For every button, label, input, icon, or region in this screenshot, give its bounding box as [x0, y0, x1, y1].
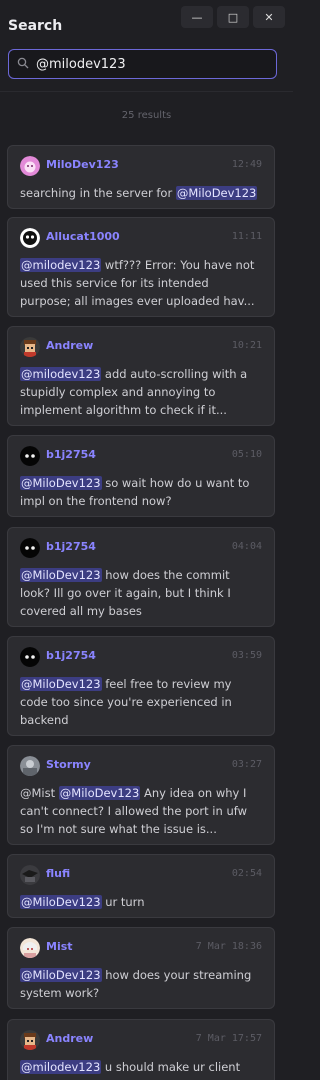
avatar [20, 446, 40, 466]
message-timestamp: 03:27 [231, 759, 262, 770]
results-count: 25 results [121, 110, 172, 121]
avatar [20, 337, 40, 357]
search-result-card[interactable]: b1j2754 05:10 @MiloDev123 so wait how do… [7, 435, 275, 517]
message-content: searching in the server for @MiloDev123 [20, 186, 258, 200]
message-author[interactable]: b1j2754 [46, 649, 96, 662]
avatar [20, 938, 40, 958]
message-content: @MiloDev123 ur turn [20, 895, 145, 909]
message-content: @milodev123 add auto-scrolling with a st… [20, 367, 248, 417]
search-field[interactable] [8, 49, 277, 79]
search-result-card[interactable]: b1j2754 04:04 @MiloDev123 how does the c… [7, 527, 275, 627]
message-author[interactable]: Allucat1000 [46, 230, 120, 243]
avatar [20, 647, 40, 667]
avatar [20, 156, 40, 176]
message-timestamp: 11:11 [231, 231, 262, 242]
minimize-button[interactable]: — [181, 6, 213, 28]
search-icon [17, 57, 29, 69]
user-mention[interactable]: @MiloDev123 [20, 895, 102, 909]
message-author[interactable]: flufi [46, 867, 70, 880]
message-timestamp: 03:59 [231, 650, 262, 661]
user-mention[interactable]: @MiloDev123 [58, 786, 141, 800]
avatar [20, 756, 40, 776]
message-timestamp: 10:21 [231, 340, 262, 351]
maximize-button[interactable]: □ [217, 6, 249, 28]
user-mention[interactable]: @MiloDev123 [20, 968, 102, 982]
user-mention[interactable]: @milodev123 [20, 258, 102, 272]
message-content: @MiloDev123 feel free to review my code … [20, 677, 232, 727]
message-author[interactable]: Andrew [46, 1032, 93, 1045]
message-timestamp: 02:54 [231, 868, 262, 879]
search-result-card[interactable]: MiloDev123 12:49 searching in the server… [7, 145, 275, 209]
user-mention[interactable]: @milodev123 [20, 1060, 102, 1074]
search-input[interactable] [36, 56, 266, 72]
message-timestamp: 7 Mar 18:36 [195, 941, 262, 952]
message-content: @MiloDev123 how does the commit look? Il… [20, 568, 231, 618]
search-result-card[interactable]: Andrew 10:21 @milodev123 add auto-scroll… [7, 326, 275, 426]
message-timestamp: 7 Mar 17:57 [195, 1033, 262, 1044]
avatar [20, 228, 40, 248]
search-result-card[interactable]: Stormy 03:27 @Mist @MiloDev123 Any idea … [7, 745, 275, 845]
message-timestamp: 04:04 [231, 541, 262, 552]
message-content: @MiloDev123 so wait how do u want to imp… [20, 476, 250, 508]
message-timestamp: 12:49 [231, 159, 262, 170]
search-result-card[interactable]: b1j2754 03:59 @MiloDev123 feel free to r… [7, 636, 275, 736]
message-author[interactable]: b1j2754 [46, 540, 96, 553]
search-result-card[interactable]: Allucat1000 11:11 @milodev123 wtf??? Err… [7, 217, 275, 317]
search-result-card[interactable]: Andrew 7 Mar 17:57 @milodev123 u should … [7, 1019, 275, 1080]
message-author[interactable]: MiloDev123 [46, 158, 119, 171]
user-mention[interactable]: @MiloDev123 [20, 677, 102, 691]
message-author[interactable]: b1j2754 [46, 448, 96, 461]
user-mention[interactable]: @milodev123 [20, 367, 102, 381]
search-panel-header: Search — □ ✕ [0, 0, 293, 92]
close-button[interactable]: ✕ [253, 6, 285, 28]
search-result-card[interactable]: flufi 02:54 @MiloDev123 ur turn [7, 854, 275, 918]
message-timestamp: 05:10 [231, 449, 262, 460]
message-content: @milodev123 u should make ur client [20, 1060, 241, 1074]
panel-title: Search [8, 18, 63, 34]
message-content: @milodev123 wtf??? Error: You have not u… [20, 258, 255, 308]
message-content: @MiloDev123 how does your streaming syst… [20, 968, 252, 1000]
avatar [20, 865, 40, 885]
search-result-card[interactable]: Mist 7 Mar 18:36 @MiloDev123 how does yo… [7, 927, 275, 1009]
user-mention[interactable]: @MiloDev123 [175, 186, 258, 200]
user-mention[interactable]: @MiloDev123 [20, 568, 102, 582]
avatar [20, 538, 40, 558]
header-divider [0, 91, 293, 92]
message-author[interactable]: Mist [46, 940, 73, 953]
message-author[interactable]: Andrew [46, 339, 93, 352]
message-author[interactable]: Stormy [46, 758, 91, 771]
message-content: @Mist @MiloDev123 Any idea on why I can'… [20, 786, 247, 836]
user-mention[interactable]: @MiloDev123 [20, 476, 102, 490]
avatar [20, 1030, 40, 1050]
